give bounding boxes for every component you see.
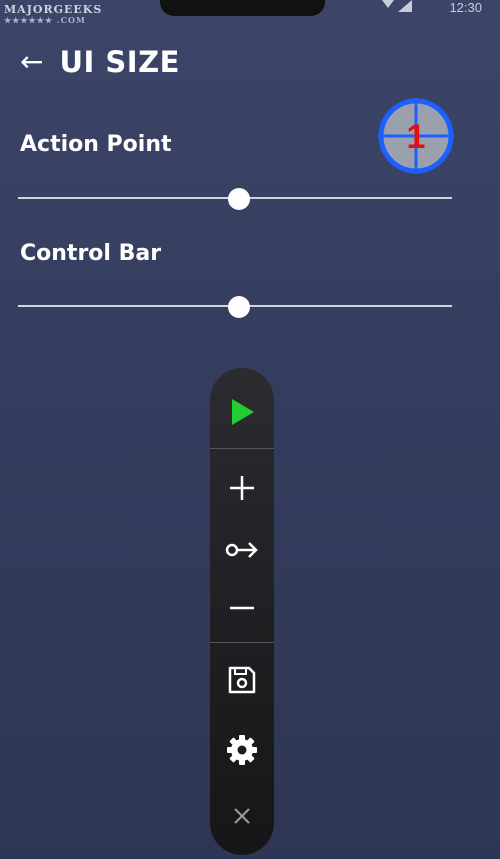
plus-icon bbox=[230, 476, 254, 500]
swipe-button[interactable] bbox=[210, 528, 274, 572]
control-bar-slider[interactable] bbox=[18, 296, 452, 318]
status-time: 12:30 bbox=[449, 0, 482, 15]
close-button[interactable] bbox=[210, 796, 274, 836]
floating-control-bar bbox=[210, 368, 274, 855]
play-button[interactable] bbox=[210, 388, 274, 436]
control-bar-label: Control Bar bbox=[20, 241, 162, 266]
page-title: UI SIZE bbox=[59, 45, 180, 79]
arrow-left-icon[interactable]: ← bbox=[20, 48, 43, 76]
save-button[interactable] bbox=[210, 658, 274, 702]
gear-icon bbox=[227, 735, 257, 765]
watermark: MAJORGEEKS ★★★★★★ .COM bbox=[4, 4, 102, 26]
save-icon bbox=[228, 666, 256, 694]
watermark-logo: MAJORGEEKS bbox=[4, 3, 103, 16]
divider bbox=[210, 448, 274, 449]
play-icon bbox=[232, 399, 254, 425]
close-icon bbox=[234, 808, 250, 824]
action-point-slider[interactable] bbox=[18, 188, 452, 210]
slider-thumb[interactable] bbox=[228, 296, 251, 318]
target-number: 1 bbox=[407, 118, 426, 156]
watermark-stars: ★★★★★★ .COM bbox=[4, 15, 86, 25]
header: ← UI SIZE bbox=[20, 42, 180, 82]
slider-thumb[interactable] bbox=[228, 188, 251, 210]
divider bbox=[210, 642, 274, 643]
minus-icon bbox=[230, 606, 254, 610]
settings-button[interactable] bbox=[210, 728, 274, 772]
camera-notch bbox=[160, 0, 325, 16]
add-button[interactable] bbox=[210, 466, 274, 510]
swipe-icon bbox=[225, 542, 258, 558]
action-point-label: Action Point bbox=[20, 132, 172, 157]
remove-button[interactable] bbox=[210, 586, 274, 630]
action-point-target-preview[interactable]: 1 bbox=[376, 96, 456, 176]
signal-icon bbox=[382, 0, 412, 12]
